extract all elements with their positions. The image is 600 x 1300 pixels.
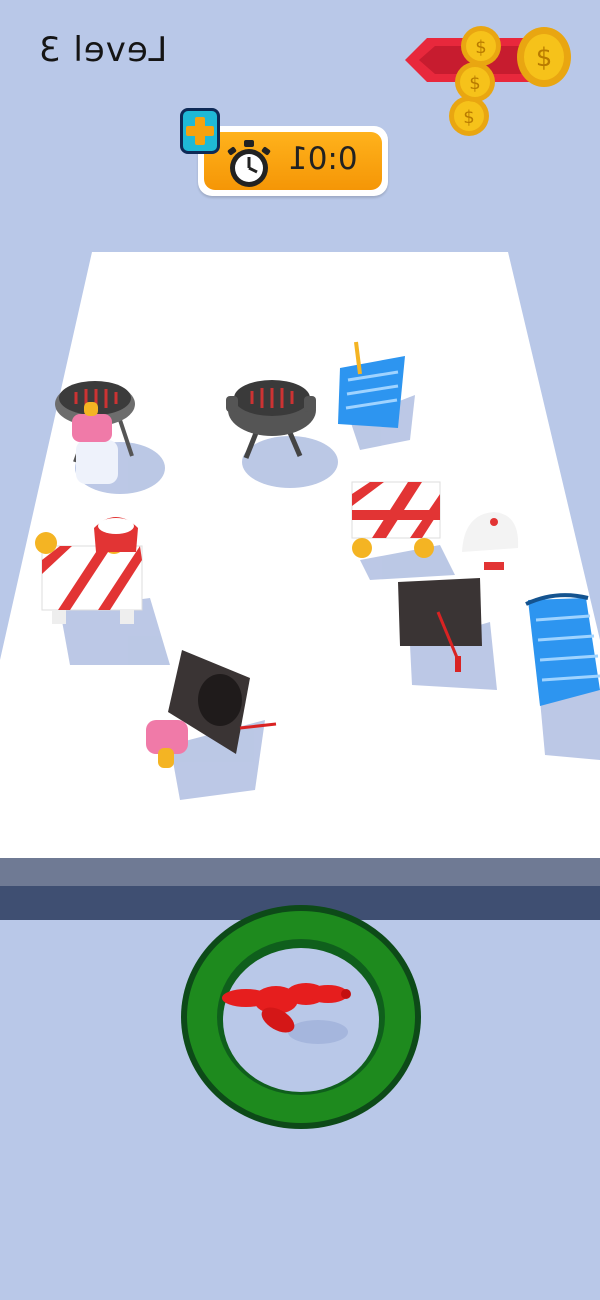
timer-value: 0:01 [288,141,358,177]
plus-icon [186,117,214,145]
svg-text:$: $ [536,43,553,73]
timer-panel: 0:01 [198,126,388,196]
coin-icon: $ [517,27,571,87]
santa-hat-item[interactable] [94,517,138,552]
coin-icon: $ $ $ [449,26,501,136]
portal-ring [181,905,421,1129]
level-label: Level 3 [38,30,168,70]
svg-text:$: $ [475,37,486,58]
add-time-button[interactable] [180,108,220,154]
svg-text:$: $ [469,73,480,94]
stopwatch-icon [227,140,271,187]
svg-text:$: $ [463,107,474,128]
